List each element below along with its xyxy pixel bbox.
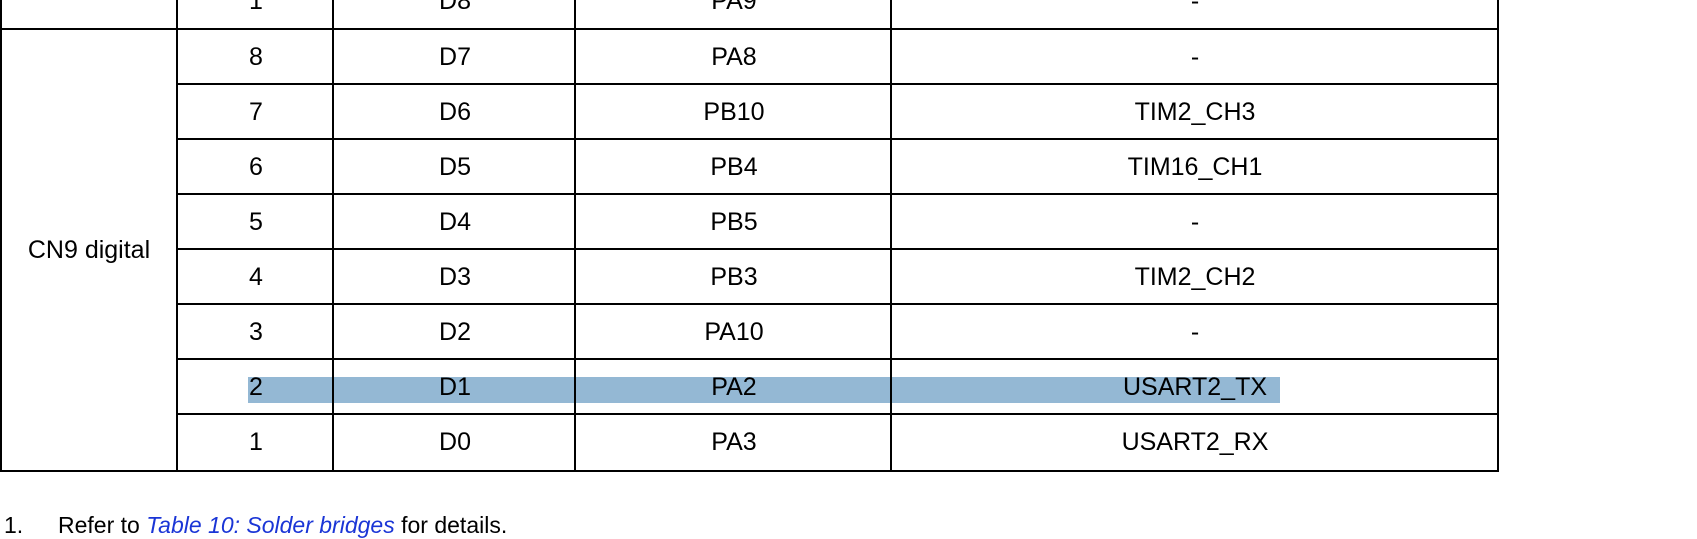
grid-line-horizontal bbox=[178, 413, 1499, 415]
cell-arduino: D1 bbox=[439, 373, 471, 401]
cell-arduino: D6 bbox=[439, 98, 471, 126]
grid-line-vertical bbox=[176, 0, 178, 472]
cell-mcu: PB4 bbox=[710, 153, 758, 181]
cell-arduino: D7 bbox=[439, 43, 471, 71]
cell-pin: 8 bbox=[249, 43, 263, 71]
grid-line-vertical bbox=[574, 0, 576, 472]
footnote-text: Refer to Table 10: Solder bridges for de… bbox=[58, 512, 507, 539]
grid-line-vertical bbox=[0, 0, 2, 472]
footnote-prefix: Refer to bbox=[58, 512, 147, 538]
footnote-number: 1. bbox=[4, 512, 24, 538]
cell-arduino: D2 bbox=[439, 318, 471, 346]
cell-function: - bbox=[1190, 318, 1200, 346]
cell-function: TIM2_CH2 bbox=[1134, 263, 1256, 291]
cell-pin: 7 bbox=[249, 98, 263, 126]
cell-pin: 5 bbox=[249, 208, 263, 236]
cell-pin: 1 bbox=[249, 428, 263, 456]
grid-line-horizontal bbox=[178, 193, 1499, 195]
cell-arduino: D4 bbox=[439, 208, 471, 236]
cell-mcu: PB3 bbox=[710, 263, 758, 291]
cell-arduino: D8 bbox=[439, 0, 471, 15]
cell-function: - bbox=[1190, 43, 1200, 71]
cell-function: USART2_TX bbox=[1122, 373, 1268, 401]
grid-line-horizontal bbox=[0, 28, 1499, 30]
pin-table: 1 D8 PA9 - CN9 digital 8 D7 PA8 - 7 D6 PB10 TIM… bbox=[0, 0, 1697, 513]
grid-line-horizontal bbox=[0, 470, 1499, 472]
grid-line-vertical bbox=[1497, 0, 1499, 472]
cell-mcu: PB10 bbox=[703, 98, 765, 126]
cell-arduino: D5 bbox=[439, 153, 471, 181]
cell-pin: 2 bbox=[249, 373, 263, 401]
cell-mcu: PB5 bbox=[710, 208, 758, 236]
cell-pin: 4 bbox=[249, 263, 263, 291]
cell-function: - bbox=[1190, 208, 1200, 236]
cell-mcu: PA2 bbox=[711, 373, 757, 401]
footnote: 1. Refer to Table 10: Solder bridges for… bbox=[0, 512, 1697, 538]
cell-mcu: PA10 bbox=[704, 318, 764, 346]
cell-mcu: PA9 bbox=[711, 0, 757, 15]
grid-line-horizontal bbox=[178, 138, 1499, 140]
grid-line-vertical bbox=[890, 0, 892, 472]
grid-line-vertical bbox=[332, 0, 334, 472]
connector-label: CN9 digital bbox=[27, 235, 151, 264]
cell-function: USART2_RX bbox=[1121, 428, 1269, 456]
footnote-suffix: for details. bbox=[394, 512, 508, 538]
cell-mcu: PA3 bbox=[711, 428, 757, 456]
grid-line-horizontal bbox=[178, 303, 1499, 305]
cell-function: - bbox=[1190, 0, 1200, 15]
cell-arduino: D0 bbox=[439, 428, 471, 456]
cell-function: TIM2_CH3 bbox=[1134, 98, 1256, 126]
cell-pin: 3 bbox=[249, 318, 263, 346]
cell-pin: 1 bbox=[249, 0, 263, 15]
footnote-link[interactable]: Table 10: Solder bridges bbox=[146, 512, 395, 538]
grid-line-horizontal bbox=[178, 83, 1499, 85]
cell-mcu: PA8 bbox=[711, 43, 757, 71]
cell-arduino: D3 bbox=[439, 263, 471, 291]
cell-pin: 6 bbox=[249, 153, 263, 181]
cell-function: TIM16_CH1 bbox=[1127, 153, 1263, 181]
grid-line-horizontal bbox=[178, 248, 1499, 250]
grid-line-horizontal bbox=[178, 358, 1499, 360]
